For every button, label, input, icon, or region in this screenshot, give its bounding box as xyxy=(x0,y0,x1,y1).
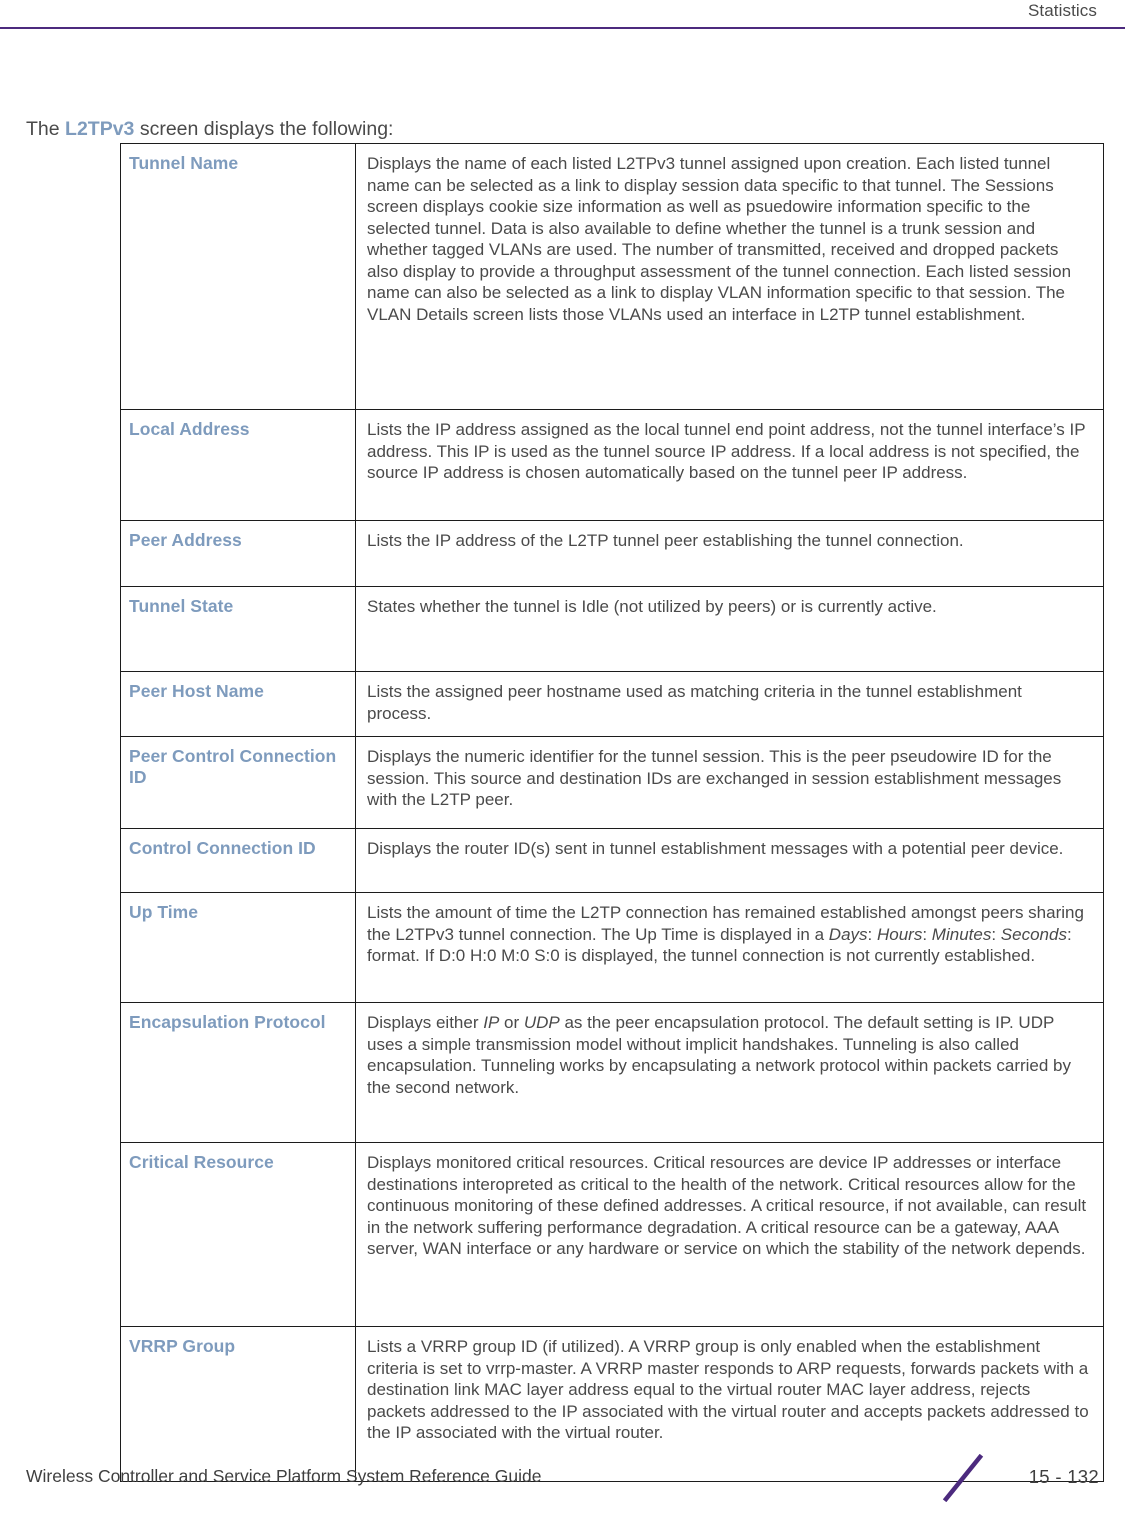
table-row: Tunnel State States whether the tunnel i… xyxy=(120,586,1104,672)
field-term: Up Time xyxy=(129,902,199,922)
table-row: Peer Host Name Lists the assigned peer h… xyxy=(120,671,1104,737)
page-number: 15 - 132 xyxy=(1028,1466,1099,1487)
description-cell: Displays either IP or UDP as the peer en… xyxy=(355,1002,1104,1143)
table-row: Up Time Lists the amount of time the L2T… xyxy=(120,892,1104,1003)
table-row: Tunnel Name Displays the name of each li… xyxy=(120,143,1104,410)
field-description: Displays the numeric identifier for the … xyxy=(367,747,1062,809)
term-cell: Encapsulation Protocol xyxy=(120,1002,356,1143)
field-description: Displays monitored critical resources. C… xyxy=(367,1153,1087,1258)
field-term: Critical Resource xyxy=(129,1152,274,1172)
field-term: Tunnel State xyxy=(129,596,234,616)
description-cell: Displays the router ID(s) sent in tunnel… xyxy=(355,828,1104,893)
description-cell: Displays monitored critical resources. C… xyxy=(355,1142,1104,1327)
term-cell: Tunnel State xyxy=(120,586,356,672)
field-term: Peer Host Name xyxy=(129,681,264,701)
term-cell: Up Time xyxy=(120,892,356,1003)
term-cell: Tunnel Name xyxy=(120,143,356,410)
description-cell: States whether the tunnel is Idle (not u… xyxy=(355,586,1104,672)
field-term: Encapsulation Protocol xyxy=(129,1012,326,1032)
table-row: Peer Address Lists the IP address of the… xyxy=(120,520,1104,587)
screen-name-l2tpv3: L2TPv3 xyxy=(65,117,135,140)
table-row: Encapsulation Protocol Displays either I… xyxy=(120,1002,1104,1143)
intro-suffix: screen displays the following: xyxy=(134,117,394,140)
field-term: Local Address xyxy=(129,419,250,439)
l2tpv3-field-description-table: Tunnel Name Displays the name of each li… xyxy=(120,143,1104,1482)
description-cell: Lists the assigned peer hostname used as… xyxy=(355,671,1104,737)
intro-sentence: The L2TPv3 screen displays the following… xyxy=(26,118,393,141)
field-description: Lists the amount of time the L2TP connec… xyxy=(367,903,1084,965)
table-row: Local Address Lists the IP address assig… xyxy=(120,409,1104,521)
field-description: Lists a VRRP group ID (if utilized). A V… xyxy=(367,1337,1089,1442)
field-description: Lists the IP address of the L2TP tunnel … xyxy=(367,531,964,550)
table-row: Critical Resource Displays monitored cri… xyxy=(120,1142,1104,1327)
term-cell: Control Connection ID xyxy=(120,828,356,893)
description-cell: Lists the IP address assigned as the loc… xyxy=(355,409,1104,521)
description-cell: Lists the amount of time the L2TP connec… xyxy=(355,892,1104,1003)
field-description: Displays the router ID(s) sent in tunnel… xyxy=(367,839,1064,858)
term-cell: Peer Address xyxy=(120,520,356,587)
term-cell: Peer Host Name xyxy=(120,671,356,737)
field-description: Lists the IP address assigned as the loc… xyxy=(367,420,1086,482)
field-term: Tunnel Name xyxy=(129,153,239,173)
term-cell: Critical Resource xyxy=(120,1142,356,1327)
field-term: Peer Address xyxy=(129,530,242,550)
description-cell: Lists the IP address of the L2TP tunnel … xyxy=(355,520,1104,587)
field-description: States whether the tunnel is Idle (not u… xyxy=(367,597,937,616)
field-term: VRRP Group xyxy=(129,1336,236,1356)
field-description: Lists the assigned peer hostname used as… xyxy=(367,682,1022,723)
description-cell: Displays the numeric identifier for the … xyxy=(355,736,1104,829)
table-row: Peer Control Connection ID Displays the … xyxy=(120,736,1104,829)
header-rule-divider xyxy=(0,27,1125,29)
field-term: Control Connection ID xyxy=(129,838,316,858)
term-cell: Peer Control Connection ID xyxy=(120,736,356,829)
chapter-title: Statistics xyxy=(1027,1,1097,20)
description-cell: Displays the name of each listed L2TPv3 … xyxy=(355,143,1104,410)
term-cell: Local Address xyxy=(120,409,356,521)
diagonal-slash-icon xyxy=(942,1454,986,1502)
table-row: Control Connection ID Displays the route… xyxy=(120,828,1104,893)
table-body: Tunnel Name Displays the name of each li… xyxy=(120,143,1104,1482)
page-header: Statistics xyxy=(0,0,1125,29)
field-description: Displays the name of each listed L2TPv3 … xyxy=(367,154,1072,324)
intro-prefix: The xyxy=(26,117,66,140)
page-footer: Wireless Controller and Service Platform… xyxy=(0,1448,1125,1518)
guide-title: Wireless Controller and Service Platform… xyxy=(26,1466,542,1486)
field-description: Displays either IP or UDP as the peer en… xyxy=(367,1013,1072,1097)
field-term: Peer Control Connection ID xyxy=(129,746,337,788)
